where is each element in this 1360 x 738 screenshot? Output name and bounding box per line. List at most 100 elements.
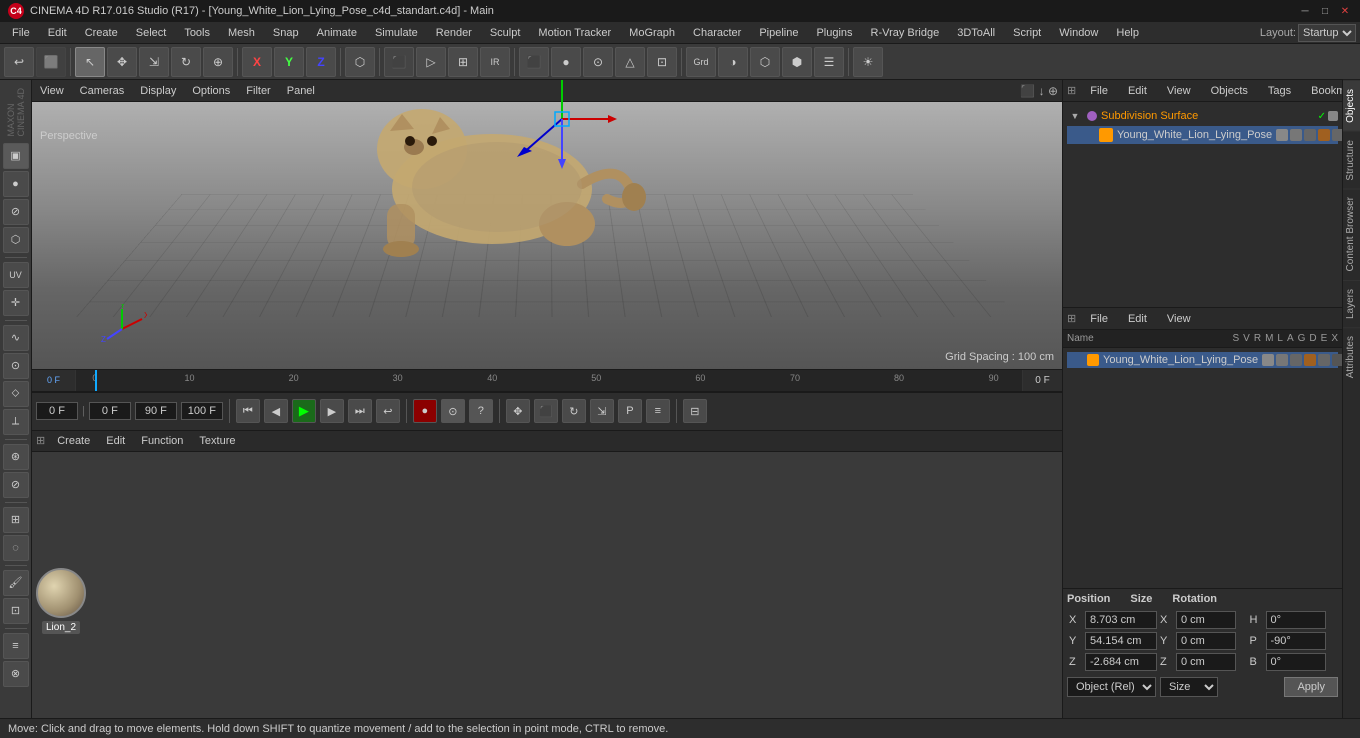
play-button[interactable]: ▶ bbox=[292, 399, 316, 423]
obj-tab-view[interactable]: View bbox=[1161, 84, 1197, 98]
key-scale-button[interactable]: ⇲ bbox=[590, 399, 614, 423]
viewport-toggle-button[interactable]: ☰ bbox=[814, 47, 844, 77]
sculpt-button[interactable]: ⊡ bbox=[3, 598, 29, 624]
mat-create-btn[interactable]: Create bbox=[53, 434, 94, 448]
y-axis-button[interactable]: Y bbox=[274, 47, 304, 77]
menu-help[interactable]: Help bbox=[1108, 25, 1147, 41]
model-mode-button[interactable]: ▣ bbox=[3, 143, 29, 169]
menu-simulate[interactable]: Simulate bbox=[367, 25, 426, 41]
move-tool-button[interactable]: ✥ bbox=[107, 47, 137, 77]
menu-mograph[interactable]: MoGraph bbox=[621, 25, 683, 41]
min-frame-input[interactable] bbox=[89, 402, 131, 420]
sphere-button[interactable]: ● bbox=[551, 47, 581, 77]
brush-button[interactable]: ⊘ bbox=[3, 472, 29, 498]
z-position-input[interactable] bbox=[1085, 653, 1157, 671]
rotate-tool-button[interactable]: ↻ bbox=[171, 47, 201, 77]
menu-mesh[interactable]: Mesh bbox=[220, 25, 263, 41]
redo-button[interactable]: ⬜ bbox=[36, 47, 66, 77]
uv-mode-button[interactable]: UV bbox=[3, 262, 29, 288]
transform-gizmo[interactable] bbox=[502, 80, 622, 179]
motion-button[interactable]: ✥ bbox=[506, 399, 530, 423]
render-region-button[interactable]: ⬛ bbox=[384, 47, 414, 77]
right-tab-layers[interactable]: Layers bbox=[1343, 280, 1360, 327]
cone-button[interactable]: △ bbox=[615, 47, 645, 77]
obj-tab-file[interactable]: File bbox=[1084, 84, 1114, 98]
prev-frame-button[interactable]: ◀ bbox=[264, 399, 288, 423]
right-tab-structure[interactable]: Structure bbox=[1343, 131, 1360, 189]
object-space-dropdown[interactable]: Object (Rel) World bbox=[1067, 677, 1156, 697]
x-size-input[interactable] bbox=[1176, 611, 1236, 629]
ir-button[interactable]: IR bbox=[480, 47, 510, 77]
render-active-button[interactable]: ▷ bbox=[416, 47, 446, 77]
edges-mode-button[interactable]: ⊘ bbox=[3, 199, 29, 225]
timeline-view-button[interactable]: ⊟ bbox=[683, 399, 707, 423]
light-button[interactable]: ☀ bbox=[853, 47, 883, 77]
menu-sculpt[interactable]: Sculpt bbox=[482, 25, 529, 41]
viewport-texture-button[interactable]: ⬢ bbox=[782, 47, 812, 77]
key-rotate-button[interactable]: ↻ bbox=[562, 399, 586, 423]
right-tab-objects[interactable]: Objects bbox=[1343, 80, 1360, 131]
sky-button[interactable]: ◌ bbox=[3, 535, 29, 561]
menu-select[interactable]: Select bbox=[128, 25, 175, 41]
mat-edit-btn[interactable]: Edit bbox=[102, 434, 129, 448]
menu-script[interactable]: Script bbox=[1005, 25, 1049, 41]
fps-input[interactable] bbox=[181, 402, 223, 420]
right-tab-content-browser[interactable]: Content Browser bbox=[1343, 188, 1360, 279]
mat-function-btn[interactable]: Function bbox=[137, 434, 187, 448]
generator-button[interactable]: ⊙ bbox=[3, 353, 29, 379]
group-button[interactable]: ⊡ bbox=[647, 47, 677, 77]
floor-button[interactable]: ⊞ bbox=[3, 507, 29, 533]
minimize-button[interactable]: ─ bbox=[1298, 4, 1312, 18]
field-button[interactable]: ⟂ bbox=[3, 409, 29, 435]
current-frame-input[interactable] bbox=[36, 402, 78, 420]
close-button[interactable]: ✕ bbox=[1338, 4, 1352, 18]
apply-button[interactable]: Apply bbox=[1284, 677, 1338, 697]
y-size-input[interactable] bbox=[1176, 632, 1236, 650]
select-tool-button[interactable]: ↖ bbox=[75, 47, 105, 77]
vp-display-btn[interactable]: Display bbox=[136, 84, 180, 98]
size-mode-dropdown[interactable]: Size Scale bbox=[1160, 677, 1218, 697]
deformer-button[interactable]: ⬦ bbox=[3, 381, 29, 407]
undo-button[interactable]: ↩ bbox=[4, 47, 34, 77]
magnet-button[interactable]: ⊛ bbox=[3, 444, 29, 470]
object-row-subdivision[interactable]: ▼ Subdivision Surface ✓ bbox=[1067, 106, 1338, 126]
menu-window[interactable]: Window bbox=[1051, 25, 1106, 41]
goto-start-button[interactable]: ⏮ bbox=[236, 399, 260, 423]
menu-snap[interactable]: Snap bbox=[265, 25, 307, 41]
mat-texture-btn[interactable]: Texture bbox=[195, 434, 239, 448]
render-all-button[interactable]: ⊞ bbox=[448, 47, 478, 77]
material-thumbnail[interactable] bbox=[36, 568, 86, 618]
key-params-button[interactable]: P bbox=[618, 399, 642, 423]
attr-tab-edit[interactable]: Edit bbox=[1122, 312, 1153, 326]
menu-tools[interactable]: Tools bbox=[176, 25, 218, 41]
max-frame-input[interactable] bbox=[135, 402, 177, 420]
keyframe-help-button[interactable]: ? bbox=[469, 399, 493, 423]
attr-row-lion[interactable]: Young_White_Lion_Lying_Pose bbox=[1067, 352, 1338, 368]
layer-button[interactable]: ≡ bbox=[3, 633, 29, 659]
menu-create[interactable]: Create bbox=[77, 25, 126, 41]
vp-cameras-btn[interactable]: Cameras bbox=[76, 84, 129, 98]
points-mode-button[interactable]: ● bbox=[3, 171, 29, 197]
x-position-input[interactable] bbox=[1085, 611, 1157, 629]
loop-button[interactable]: ↩ bbox=[376, 399, 400, 423]
viewport-smooth-button[interactable]: ◑ bbox=[718, 47, 748, 77]
menu-edit[interactable]: Edit bbox=[40, 25, 75, 41]
p-rotation-input[interactable] bbox=[1266, 632, 1326, 650]
right-tab-attributes[interactable]: Attributes bbox=[1343, 327, 1360, 386]
scale-tool-button[interactable]: ⇲ bbox=[139, 47, 169, 77]
obj-tab-tags[interactable]: Tags bbox=[1262, 84, 1297, 98]
menu-animate[interactable]: Animate bbox=[309, 25, 365, 41]
record-button[interactable]: ● bbox=[413, 399, 437, 423]
obj-tab-edit[interactable]: Edit bbox=[1122, 84, 1153, 98]
cube-button[interactable]: ⬛ bbox=[519, 47, 549, 77]
object-row-lion[interactable]: Young_White_Lion_Lying_Pose bbox=[1067, 126, 1338, 144]
vp-filter-btn[interactable]: Filter bbox=[242, 84, 274, 98]
next-frame-button[interactable]: ▶ bbox=[320, 399, 344, 423]
joint-button[interactable]: ✛ bbox=[3, 290, 29, 316]
layout-dropdown[interactable]: Startup bbox=[1298, 24, 1356, 42]
menu-pipeline[interactable]: Pipeline bbox=[751, 25, 806, 41]
paint-button[interactable]: 🖌 bbox=[3, 570, 29, 596]
attr-tab-file[interactable]: File bbox=[1084, 312, 1114, 326]
obj-expand-icon[interactable]: ▼ bbox=[1067, 108, 1083, 124]
h-rotation-input[interactable] bbox=[1266, 611, 1326, 629]
